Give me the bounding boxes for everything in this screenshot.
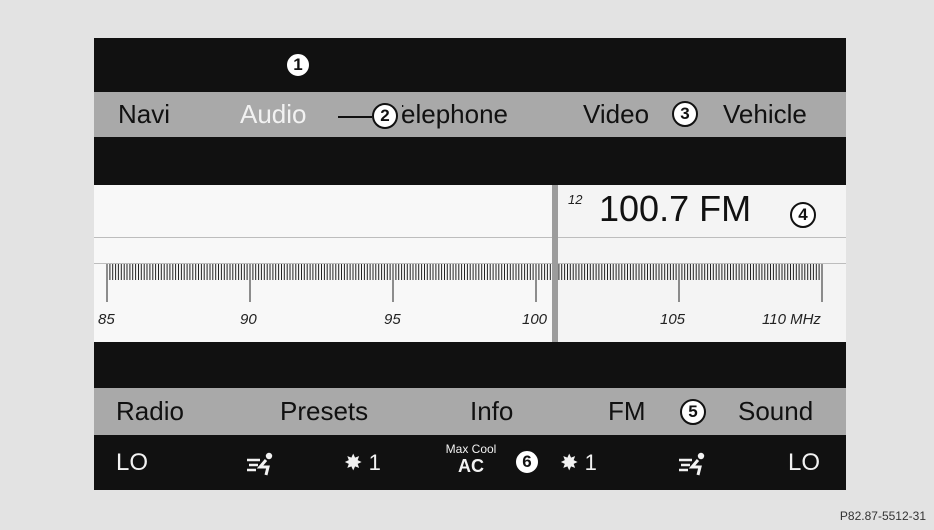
callout-5: 5 [680, 399, 706, 425]
scale-label-95: 95 [384, 311, 401, 328]
fan-icon: ✸ [560, 450, 579, 475]
menu-video[interactable]: Video [583, 92, 649, 137]
callout-leader-line [338, 116, 372, 118]
submenu-radio[interactable]: Radio [116, 388, 184, 435]
left-fan-level: 1 [368, 450, 381, 475]
air-distribution-icon[interactable] [246, 435, 276, 490]
max-cool-ac[interactable]: Max Cool AC [436, 442, 506, 477]
callout-4: 4 [790, 202, 816, 228]
display-spacer-top [94, 137, 846, 185]
right-fan-speed[interactable]: ✸ 1 [560, 435, 597, 490]
scale-label-85: 85 [98, 311, 115, 328]
menu-audio[interactable]: Audio [240, 92, 307, 137]
status-bar: 1 [94, 38, 846, 92]
submenu-fm[interactable]: FM [608, 388, 646, 435]
ac-label: AC [458, 456, 484, 476]
menu-vehicle[interactable]: Vehicle [723, 92, 807, 137]
scale-label-105: 105 [660, 311, 686, 328]
right-fan-level: 1 [584, 450, 597, 475]
display-spacer-bottom [94, 342, 846, 388]
max-cool-label: Max Cool [445, 442, 497, 456]
air-distribution-icon[interactable] [678, 435, 708, 490]
scale-label-100: 100 [522, 311, 548, 328]
fan-icon: ✸ [344, 450, 363, 475]
menu-telephone[interactable]: Telephone [388, 92, 508, 137]
climate-status-bar: LO ✸ 1 Max Cool AC 6 ✸ 1 LO [94, 435, 846, 490]
preset-number: 12 [568, 192, 583, 207]
frequency-scale-panel[interactable]: 12 100.7 FM 4 85 90 95 100 105 110 MHz [94, 185, 846, 342]
submenu-sound[interactable]: Sound [738, 388, 813, 435]
audio-submenu-bar: Radio Presets Info FM 5 Sound [94, 388, 846, 435]
main-function-bar: Navi Audio Telephone 2 Video 3 Vehicle [94, 92, 846, 137]
tuning-needle[interactable] [552, 185, 558, 342]
callout-3: 3 [672, 101, 698, 127]
station-frequency: 100.7 FM [599, 188, 752, 229]
frequency-scale-ticks [106, 264, 823, 302]
left-fan-speed[interactable]: ✸ 1 [344, 435, 381, 490]
right-temperature[interactable]: LO [788, 435, 820, 490]
head-unit-display: 1 Navi Audio Telephone 2 Video 3 Vehicle… [94, 38, 846, 490]
scale-label-110: 110 MHz [762, 311, 821, 328]
left-temperature[interactable]: LO [116, 435, 148, 490]
submenu-info[interactable]: Info [470, 388, 513, 435]
callout-6: 6 [514, 449, 540, 475]
menu-navi[interactable]: Navi [118, 92, 170, 137]
figure-reference: P82.87-5512-31 [839, 509, 926, 523]
scale-label-90: 90 [240, 311, 257, 328]
callout-1: 1 [285, 52, 311, 78]
submenu-presets[interactable]: Presets [280, 388, 368, 435]
callout-2: 2 [372, 103, 398, 129]
